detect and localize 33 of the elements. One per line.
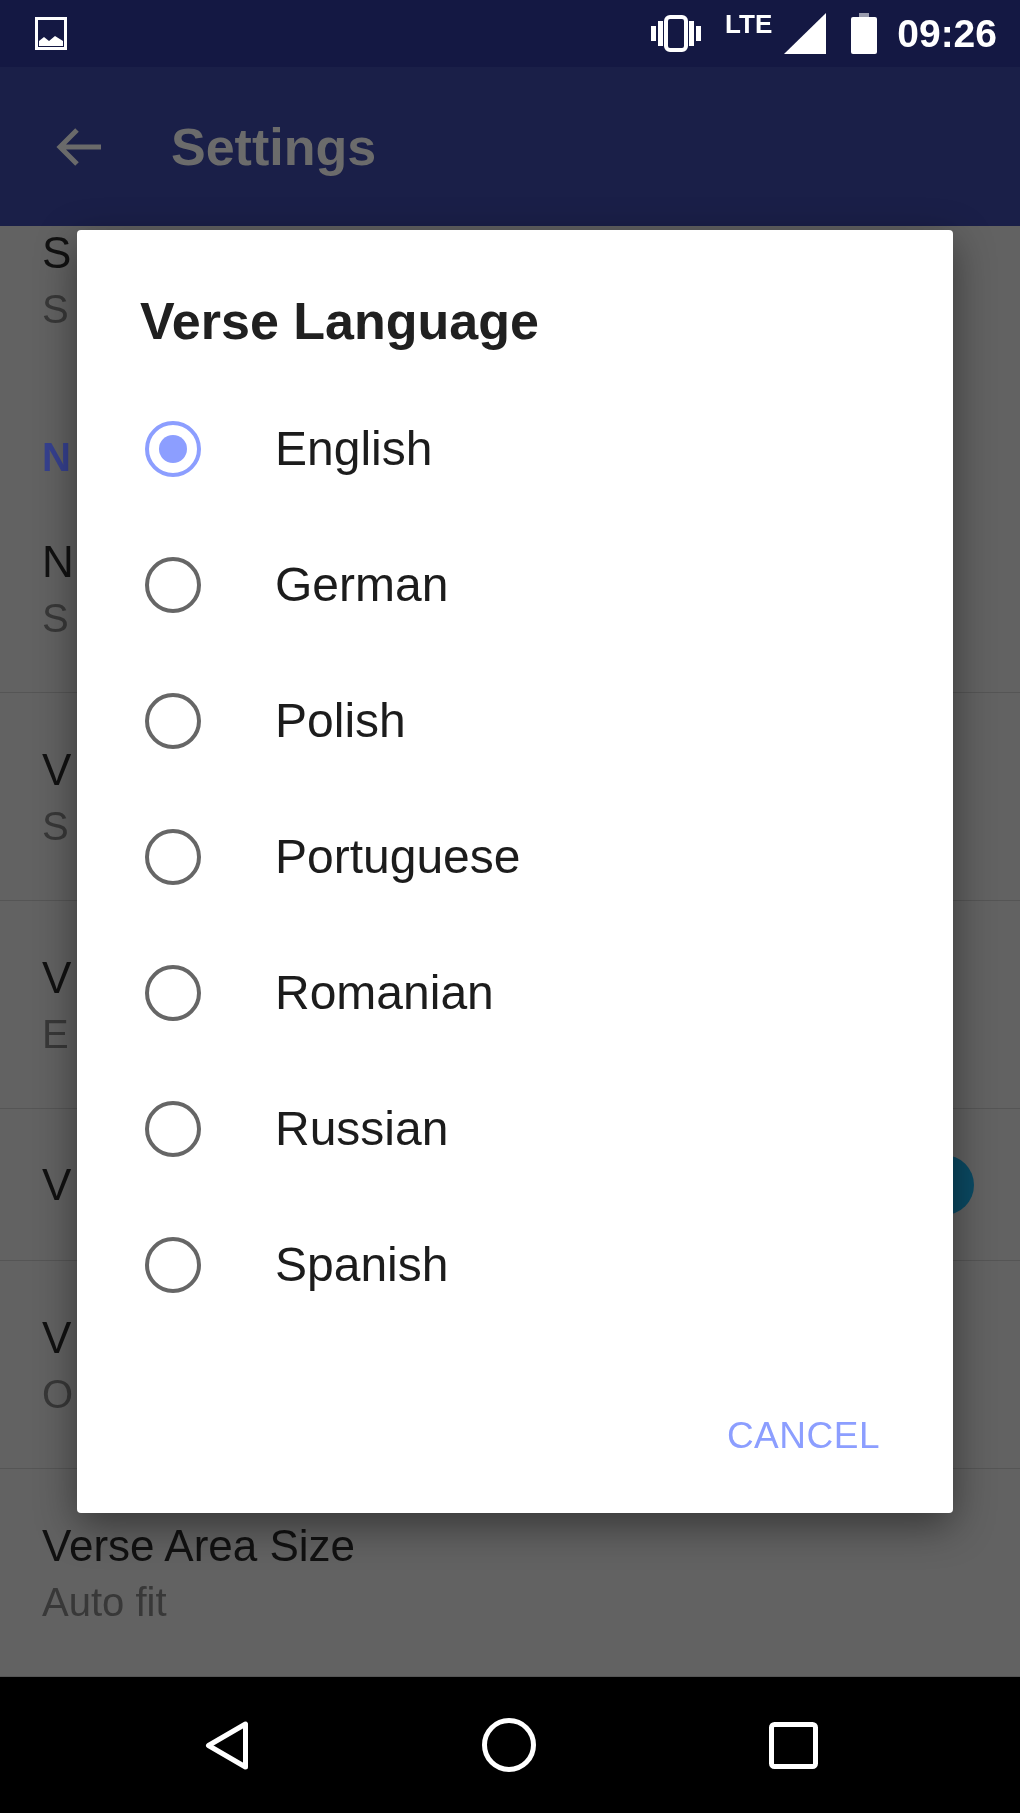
setting-title: S: [42, 227, 72, 279]
setting-title: V: [42, 1159, 72, 1211]
image-icon: [35, 17, 67, 50]
vibration-icon: [650, 15, 703, 52]
option-label[interactable]: Spanish: [275, 1236, 449, 1294]
setting-title: Verse Area Size: [42, 1520, 356, 1572]
setting-title: V: [42, 1312, 72, 1364]
nav-recents-icon[interactable]: [769, 1721, 818, 1769]
option-label[interactable]: Polish: [275, 692, 406, 750]
radio-button[interactable]: [145, 557, 201, 613]
clock-time: 09:26: [897, 10, 997, 57]
dialog-title: Verse Language: [140, 291, 539, 352]
battery-icon: [851, 13, 878, 54]
option-label[interactable]: German: [275, 556, 449, 614]
radio-button[interactable]: [145, 1237, 201, 1293]
nav-home-icon[interactable]: [482, 1718, 536, 1772]
setting-title: V: [42, 744, 72, 796]
nav-back-icon[interactable]: [205, 1720, 249, 1770]
option-label[interactable]: English: [275, 420, 433, 478]
screen-title: Settings: [171, 116, 377, 178]
radio-button[interactable]: [145, 421, 201, 477]
radio-button[interactable]: [145, 1101, 201, 1157]
radio-button[interactable]: [145, 693, 201, 749]
option-label[interactable]: Romanian: [275, 964, 494, 1022]
setting-title: N: [42, 536, 74, 588]
option-label[interactable]: Portuguese: [275, 828, 521, 886]
signal-icon: [784, 13, 827, 54]
setting-title: V: [42, 952, 72, 1004]
radio-button[interactable]: [145, 965, 201, 1021]
back-arrow-icon[interactable]: [55, 126, 102, 167]
network-type: LTE: [725, 11, 773, 37]
radio-button[interactable]: [145, 829, 201, 885]
option-label[interactable]: Russian: [275, 1100, 449, 1158]
